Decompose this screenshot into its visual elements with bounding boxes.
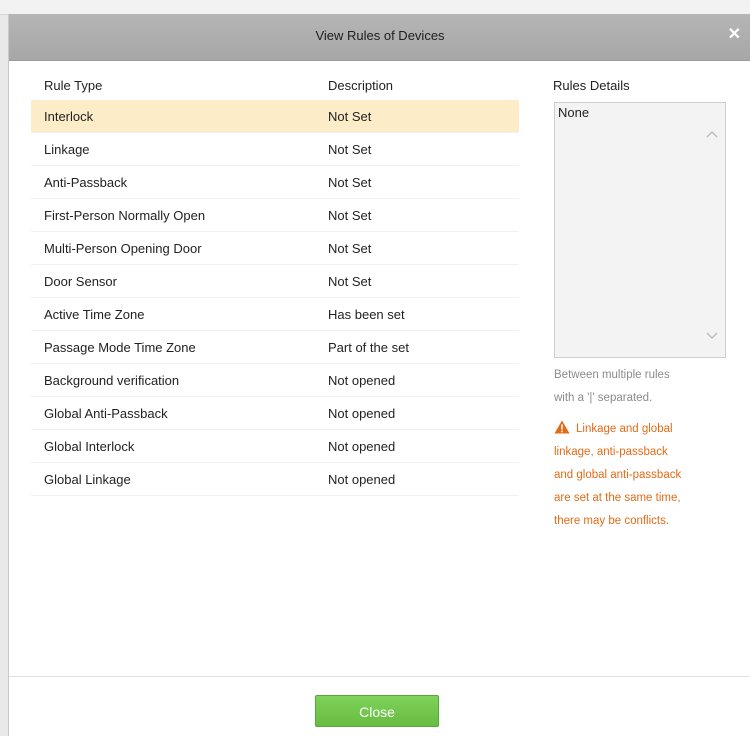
rule-type-cell: Passage Mode Time Zone bbox=[44, 340, 196, 355]
warning-line: linkage, anti-passback bbox=[554, 446, 668, 458]
rules-details-label: Rules Details bbox=[553, 78, 630, 93]
warning-line: Linkage and global bbox=[554, 418, 734, 441]
warning-text: Linkage and global bbox=[576, 423, 673, 435]
background-window-strip bbox=[0, 0, 750, 15]
dialog-titlebar: View Rules of Devices ✕ bbox=[9, 14, 750, 61]
table-row[interactable]: Passage Mode Time Zone Part of the set bbox=[31, 331, 519, 364]
rule-type-cell: Global Linkage bbox=[44, 472, 131, 487]
description-cell: Not Set bbox=[328, 109, 372, 124]
warning-icon bbox=[554, 420, 570, 434]
table-row[interactable]: Global Anti-Passback Not opened bbox=[31, 397, 519, 430]
hint-line: with a '|' separated. bbox=[554, 392, 653, 404]
scroll-down-icon[interactable] bbox=[705, 329, 719, 343]
table-row[interactable]: First-Person Normally Open Not Set bbox=[31, 199, 519, 232]
close-button[interactable]: Close bbox=[315, 695, 439, 727]
close-icon[interactable]: ✕ bbox=[728, 25, 741, 45]
rule-type-cell: First-Person Normally Open bbox=[44, 208, 206, 223]
view-rules-dialog: View Rules of Devices ✕ Rule Type Descri… bbox=[8, 14, 750, 736]
table-row[interactable]: Linkage Not Set bbox=[31, 133, 519, 166]
description-cell: Has been set bbox=[328, 307, 405, 322]
description-cell: Not Set bbox=[328, 142, 372, 157]
rule-type-cell: Interlock bbox=[44, 109, 94, 124]
rules-table: Interlock Not Set Linkage Not Set Anti-P… bbox=[31, 100, 519, 496]
rule-type-cell: Global Interlock bbox=[44, 439, 135, 454]
rule-type-cell: Active Time Zone bbox=[44, 307, 145, 322]
table-row[interactable]: Multi-Person Opening Door Not Set bbox=[31, 232, 519, 265]
column-header-description: Description bbox=[328, 78, 394, 93]
description-cell: Not opened bbox=[328, 373, 396, 388]
separator-hint: Between multiple rules with a '|' separa… bbox=[554, 364, 734, 410]
description-cell: Not opened bbox=[328, 472, 396, 487]
warning-line: are set at the same time, bbox=[554, 492, 681, 504]
rule-type-cell: Multi-Person Opening Door bbox=[44, 241, 202, 256]
scroll-up-icon[interactable] bbox=[705, 127, 719, 141]
warning-line: there may be conflicts. bbox=[554, 515, 670, 527]
description-cell: Not Set bbox=[328, 208, 372, 223]
description-cell: Not Set bbox=[328, 241, 372, 256]
rule-type-cell: Linkage bbox=[44, 142, 90, 157]
description-cell: Part of the set bbox=[328, 340, 409, 355]
description-cell: Not Set bbox=[328, 274, 372, 289]
footer-divider bbox=[9, 676, 750, 677]
rule-type-cell: Global Anti-Passback bbox=[44, 406, 168, 421]
description-cell: Not opened bbox=[328, 439, 396, 454]
table-row[interactable]: Active Time Zone Has been set bbox=[31, 298, 519, 331]
rules-details-textarea[interactable]: None bbox=[554, 102, 726, 358]
table-row[interactable]: Door Sensor Not Set bbox=[31, 265, 519, 298]
dialog-title: View Rules of Devices bbox=[315, 28, 445, 43]
rule-type-cell: Anti-Passback bbox=[44, 175, 128, 190]
rules-details-content: None bbox=[558, 105, 590, 120]
table-row[interactable]: Global Linkage Not opened bbox=[31, 463, 519, 496]
table-row[interactable]: Global Interlock Not opened bbox=[31, 430, 519, 463]
table-row[interactable]: Interlock Not Set bbox=[31, 100, 519, 133]
column-header-rule-type: Rule Type bbox=[44, 78, 103, 93]
hint-line: Between multiple rules bbox=[554, 369, 670, 381]
conflict-warning: Linkage and global linkage, anti-passbac… bbox=[554, 418, 734, 533]
rule-type-cell: Background verification bbox=[44, 373, 180, 388]
description-cell: Not opened bbox=[328, 406, 396, 421]
rule-type-cell: Door Sensor bbox=[44, 274, 117, 289]
table-row[interactable]: Anti-Passback Not Set bbox=[31, 166, 519, 199]
description-cell: Not Set bbox=[328, 175, 372, 190]
table-row[interactable]: Background verification Not opened bbox=[31, 364, 519, 397]
warning-line: and global anti-passback bbox=[554, 469, 682, 481]
